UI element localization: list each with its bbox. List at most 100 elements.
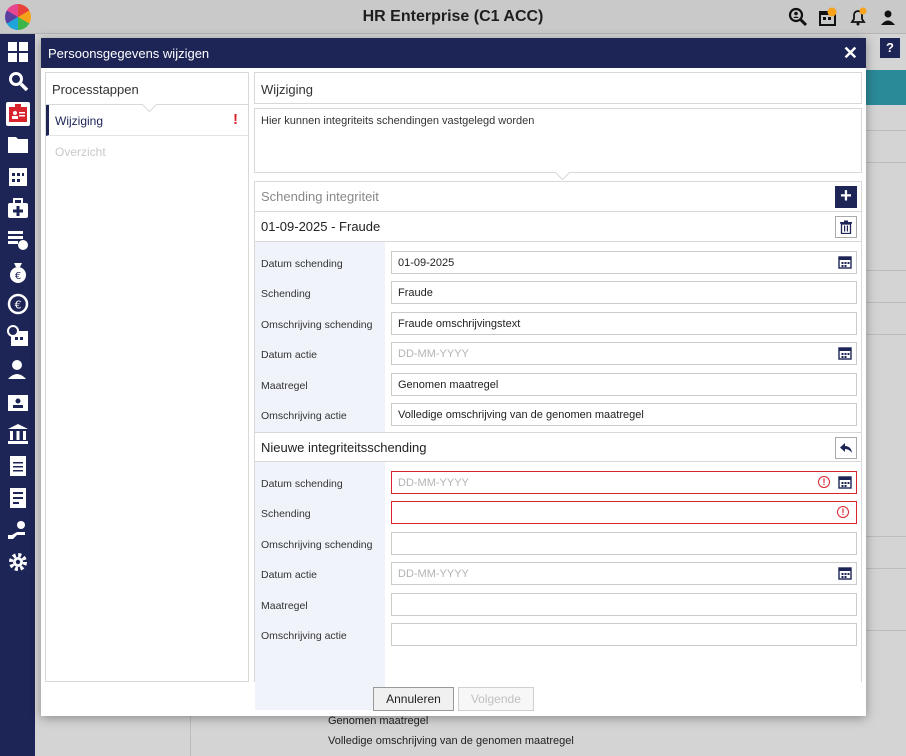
medical-bag-icon[interactable]	[6, 196, 30, 220]
calendar-icon[interactable]	[838, 255, 852, 269]
divider	[865, 536, 906, 537]
contact-card-icon[interactable]	[6, 390, 30, 414]
help-button[interactable]: ?	[880, 38, 900, 58]
field-label: Omschrijving schending	[261, 318, 373, 331]
divider	[865, 302, 906, 303]
calendar-icon[interactable]	[6, 164, 30, 188]
breach-field[interactable]: Fraude	[391, 281, 857, 305]
add-breach-button[interactable]: +	[835, 186, 857, 208]
user-menu-icon[interactable]	[878, 7, 898, 27]
section-title: Schending integriteit	[261, 189, 379, 204]
alert-icon: !	[233, 111, 238, 128]
dialog-header: Persoonsgegevens wijzigen ✕	[41, 38, 866, 68]
field-placeholder: DD-MM-YYYY	[398, 348, 469, 361]
calendar-alert-icon[interactable]	[818, 7, 838, 27]
existing-entry-form: Datum schending 01-09-2025 Schending Fra…	[255, 242, 861, 432]
background-text: Genomen maatregel	[328, 715, 429, 727]
edit-personal-data-dialog: Persoonsgegevens wijzigen ✕ Processtappe…	[41, 38, 866, 716]
left-navigation-rail: € €	[0, 34, 35, 756]
calendar-icon[interactable]	[838, 566, 852, 580]
form-row: Schending !	[255, 497, 861, 527]
gear-icon[interactable]	[6, 550, 30, 574]
calendar-icon[interactable]	[838, 475, 852, 489]
form-row: Omschrijving schending	[255, 528, 861, 558]
document-lines-icon[interactable]	[6, 486, 30, 510]
undo-arrow-icon	[840, 443, 852, 453]
bell-icon[interactable]	[848, 7, 868, 27]
divider	[865, 630, 906, 631]
background-text: Volledige omschrijving van de genomen ma…	[328, 735, 574, 747]
field-placeholder: DD-MM-YYYY	[398, 568, 469, 581]
step-overzicht: Overzicht	[46, 136, 248, 167]
field-label: Datum schending	[261, 258, 343, 270]
euro-coin-icon[interactable]: €	[6, 292, 30, 316]
svg-text:€: €	[15, 299, 22, 312]
field-label: Omschrijving actie	[261, 409, 347, 422]
divider	[865, 270, 906, 271]
form-row: Maatregel	[255, 589, 861, 619]
next-button[interactable]: Volgende	[457, 687, 534, 711]
description-box: Hier kunnen integriteits schendingen vas…	[254, 108, 862, 173]
id-card-icon[interactable]	[6, 102, 30, 126]
delete-entry-button[interactable]	[835, 216, 857, 238]
field-label: Schending	[261, 288, 311, 301]
new-entry-form: Datum schending DD-MM-YYYY ! Schending !…	[255, 462, 861, 710]
process-steps-panel: Processtappen Wijziging ! Overzicht	[45, 72, 249, 682]
field-label: Datum actie	[261, 349, 318, 362]
new-breach-field[interactable]: !	[391, 501, 857, 525]
form-row: Omschrijving schending Fraude omschrijvi…	[255, 308, 861, 338]
breach-description-field[interactable]: Fraude omschrijvingstext	[391, 311, 857, 335]
new-action-date-field[interactable]: DD-MM-YYYY	[391, 562, 857, 586]
error-icon: !	[837, 506, 849, 519]
form-row: Datum actie DD-MM-YYYY	[255, 558, 861, 588]
field-label: Schending	[261, 508, 311, 521]
form-row: Datum schending DD-MM-YYYY !	[255, 467, 861, 497]
cancel-button[interactable]: Annuleren	[373, 687, 454, 711]
field-value: 01-09-2025	[398, 257, 455, 269]
close-button[interactable]: ✕	[843, 43, 858, 63]
step-wijziging[interactable]: Wijziging !	[46, 105, 248, 136]
form-row: Omschrijving actie Volledige omschrijvin…	[255, 399, 861, 429]
dialog-footer: Annuleren Volgende	[41, 687, 866, 713]
grid-icon[interactable]	[6, 40, 30, 64]
hand-person-icon[interactable]	[6, 518, 30, 542]
dialog-title: Persoonsgegevens wijzigen	[48, 45, 210, 61]
new-measure-field[interactable]	[391, 592, 857, 616]
background-teal-band	[865, 70, 906, 105]
action-date-field[interactable]: DD-MM-YYYY	[391, 342, 857, 366]
money-bag-icon[interactable]: €	[6, 260, 30, 284]
content-area: Wijziging Hier kunnen integriteits schen…	[254, 72, 862, 173]
process-steps-heading: Processtappen	[46, 73, 248, 105]
measure-field[interactable]: Genomen maatregel	[391, 372, 857, 396]
form-row: Datum actie DD-MM-YYYY	[255, 338, 861, 368]
new-entry-header: Nieuwe integriteitsschending	[255, 432, 861, 462]
field-label: Datum actie	[261, 569, 318, 582]
field-label: Omschrijving actie	[261, 629, 347, 642]
alarm-calendar-icon[interactable]	[6, 324, 30, 348]
undo-button[interactable]	[835, 437, 857, 459]
action-description-field[interactable]: Volledige omschrijving van de genomen ma…	[391, 402, 857, 426]
zoom-person-icon[interactable]	[788, 7, 808, 27]
form-row: Schending Fraude	[255, 277, 861, 307]
topbar-icons	[788, 7, 898, 27]
person-icon[interactable]	[6, 358, 30, 382]
field-placeholder: DD-MM-YYYY	[398, 477, 469, 489]
search-icon[interactable]	[6, 69, 30, 93]
checklist-icon[interactable]	[6, 228, 30, 252]
new-breach-date-field[interactable]: DD-MM-YYYY !	[391, 471, 857, 494]
bank-icon[interactable]	[6, 422, 30, 446]
breach-date-field[interactable]: 01-09-2025	[391, 251, 857, 274]
document-icon[interactable]	[6, 454, 30, 478]
calendar-icon[interactable]	[838, 346, 852, 360]
field-label: Datum schending	[261, 478, 343, 490]
panel-title: Wijziging	[254, 72, 862, 104]
folder-icon[interactable]	[6, 132, 30, 156]
trash-icon	[840, 220, 852, 234]
field-label: Omschrijving schending	[261, 538, 373, 551]
step-label: Overzicht	[55, 145, 106, 159]
new-breach-description-field[interactable]	[391, 531, 857, 555]
form-row: Omschrijving actie	[255, 619, 861, 649]
new-action-description-field[interactable]	[391, 622, 857, 646]
app-topbar: HR Enterprise (C1 ACC)	[0, 0, 906, 34]
new-entry-title: Nieuwe integriteitsschending	[261, 439, 427, 455]
